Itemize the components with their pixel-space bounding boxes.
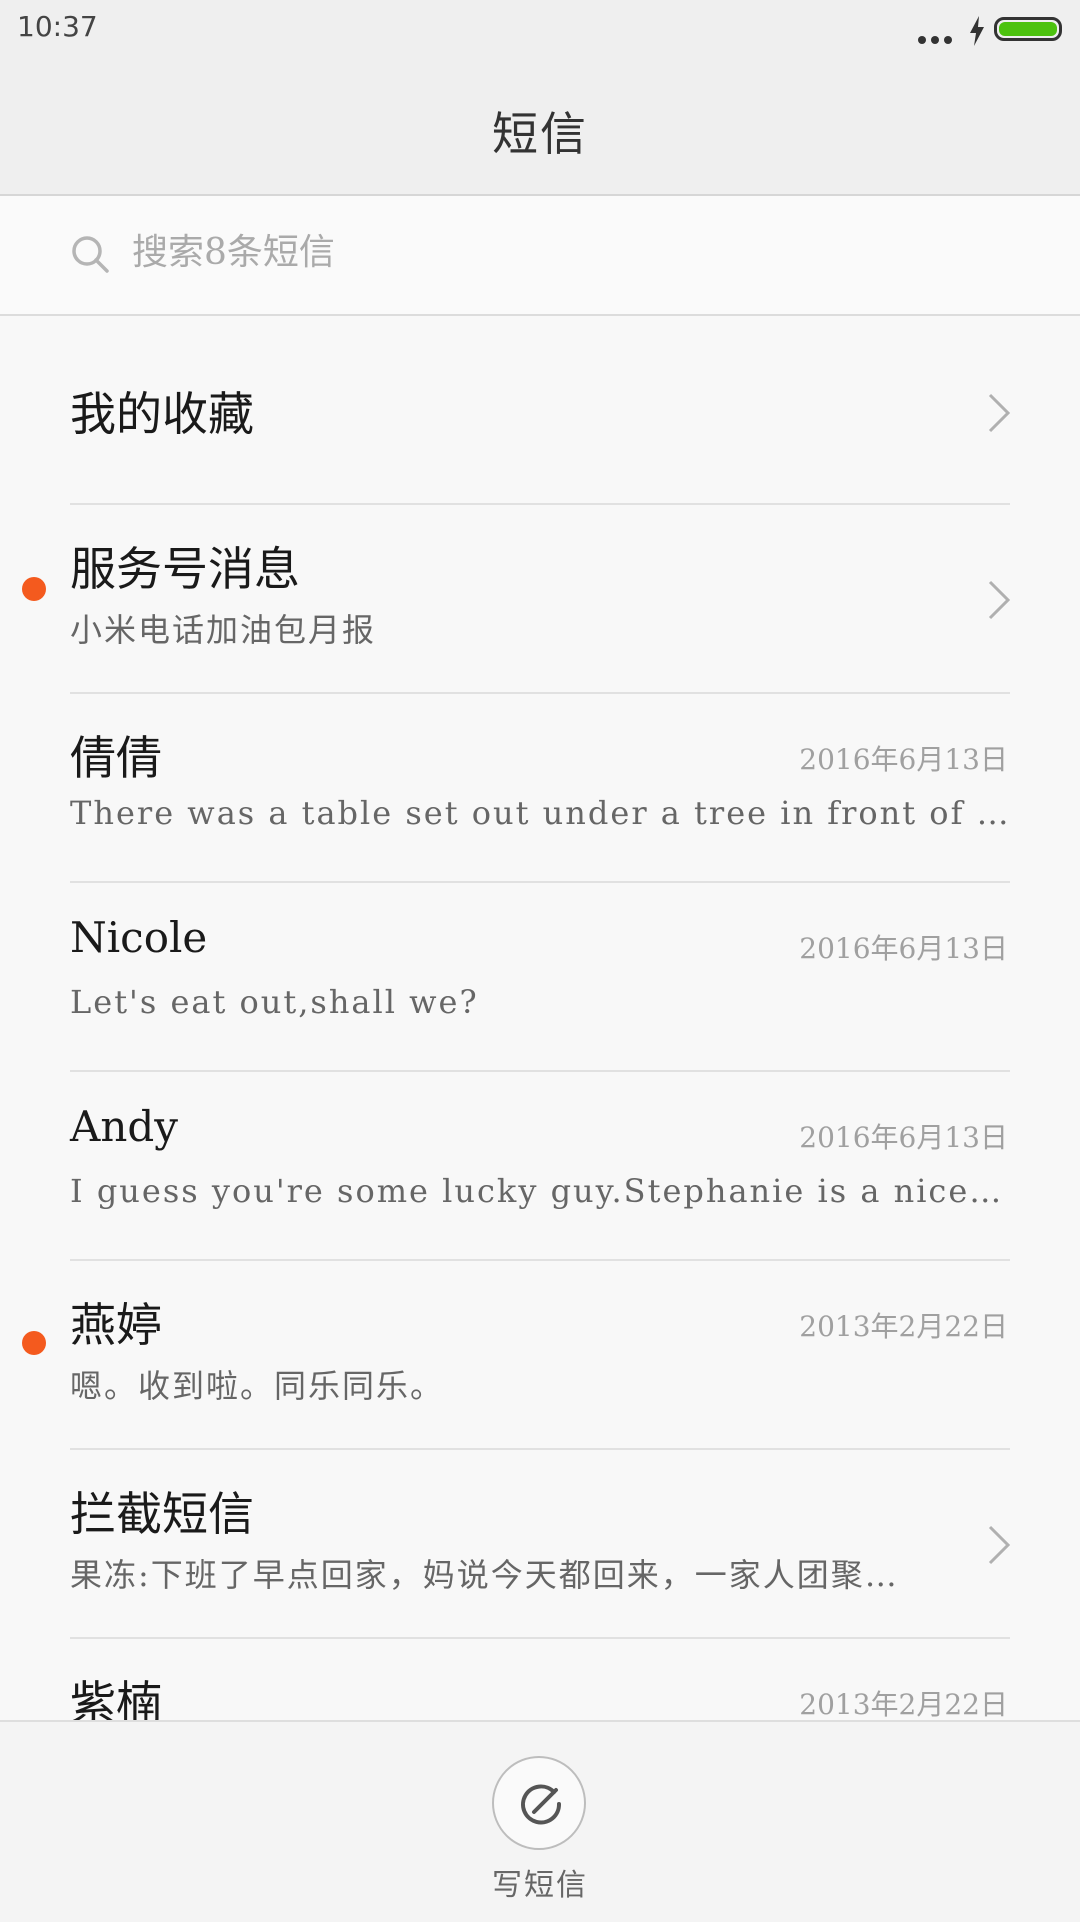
- battery-icon: [994, 17, 1062, 41]
- chevron-right-icon: [988, 393, 1011, 433]
- list-item-conversation[interactable]: Andy 2016年6月13日 I guess you're some luck…: [0, 1072, 1080, 1261]
- conversation-snippet: I guess you're some lucky guy.Stephanie …: [70, 1172, 1010, 1210]
- search-icon: [72, 236, 109, 273]
- conversation-name: Andy: [70, 1102, 178, 1151]
- conversation-snippet: 小米电话加油包月报: [70, 611, 377, 649]
- chevron-right-icon: [988, 580, 1011, 620]
- title-bar: 短信: [0, 60, 1080, 196]
- conversation-snippet: 嗯。收到啦。同乐同乐。: [70, 1367, 445, 1405]
- search-bar[interactable]: [0, 196, 1080, 316]
- list-item-service-messages[interactable]: 服务号消息 小米电话加油包月报: [0, 505, 1080, 694]
- conversation-date: 2013年2月22日: [799, 1310, 1008, 1343]
- unread-dot: [22, 1331, 46, 1355]
- status-bar: 10:37: [0, 0, 1080, 60]
- compose-icon: [521, 1784, 562, 1825]
- chevron-right-icon: [988, 1525, 1011, 1565]
- conversation-name: 倩倩: [70, 731, 162, 785]
- conversation-snippet: Let's eat out,shall we?: [70, 983, 479, 1021]
- conversation-name: Nicole: [70, 913, 208, 962]
- battery-level: [999, 22, 1057, 36]
- list-item-conversation[interactable]: 倩倩 2016年6月13日 There was a table set out …: [0, 694, 1080, 883]
- conversation-date: 2013年2月22日: [799, 1688, 1008, 1720]
- conversation-date: 2016年6月13日: [799, 932, 1008, 965]
- conversation-list: 我的收藏 服务号消息 小米电话加油包月报 倩倩 2016年6月13日 There…: [0, 316, 1080, 1720]
- conversation-date: 2016年6月13日: [799, 1121, 1008, 1154]
- conversation-name: 拦截短信: [70, 1487, 254, 1541]
- more-notifications-icon: [918, 36, 952, 44]
- list-item-conversation[interactable]: 紫楠 2013年2月22日: [0, 1639, 1080, 1720]
- status-time: 10:37: [17, 10, 98, 43]
- conversation-snippet: 果冻:下班了早点回家，妈说今天都回来，一家人团聚…: [70, 1556, 899, 1594]
- list-item-blocked-messages[interactable]: 拦截短信 果冻:下班了早点回家，妈说今天都回来，一家人团聚…: [0, 1450, 1080, 1639]
- compose-label[interactable]: 写短信: [0, 1860, 1080, 1904]
- conversation-name: 服务号消息: [70, 542, 300, 596]
- list-item-favorites[interactable]: 我的收藏: [0, 316, 1080, 505]
- list-item-conversation[interactable]: Nicole 2016年6月13日 Let's eat out,shall we…: [0, 883, 1080, 1072]
- conversation-name: 燕婷: [70, 1298, 162, 1352]
- bottom-bar: 写短信: [0, 1720, 1080, 1922]
- charging-icon: [970, 16, 984, 46]
- page-title: 短信: [492, 107, 588, 161]
- list-item-conversation[interactable]: 燕婷 2013年2月22日 嗯。收到啦。同乐同乐。: [0, 1261, 1080, 1450]
- conversation-name: 紫楠: [70, 1676, 162, 1720]
- unread-dot: [22, 577, 46, 601]
- conversation-name: 我的收藏: [70, 387, 254, 441]
- conversation-snippet: There was a table set out under a tree i…: [70, 794, 1010, 832]
- conversation-date: 2016年6月13日: [799, 743, 1008, 776]
- compose-button[interactable]: [492, 1756, 586, 1850]
- search-input[interactable]: [132, 224, 992, 280]
